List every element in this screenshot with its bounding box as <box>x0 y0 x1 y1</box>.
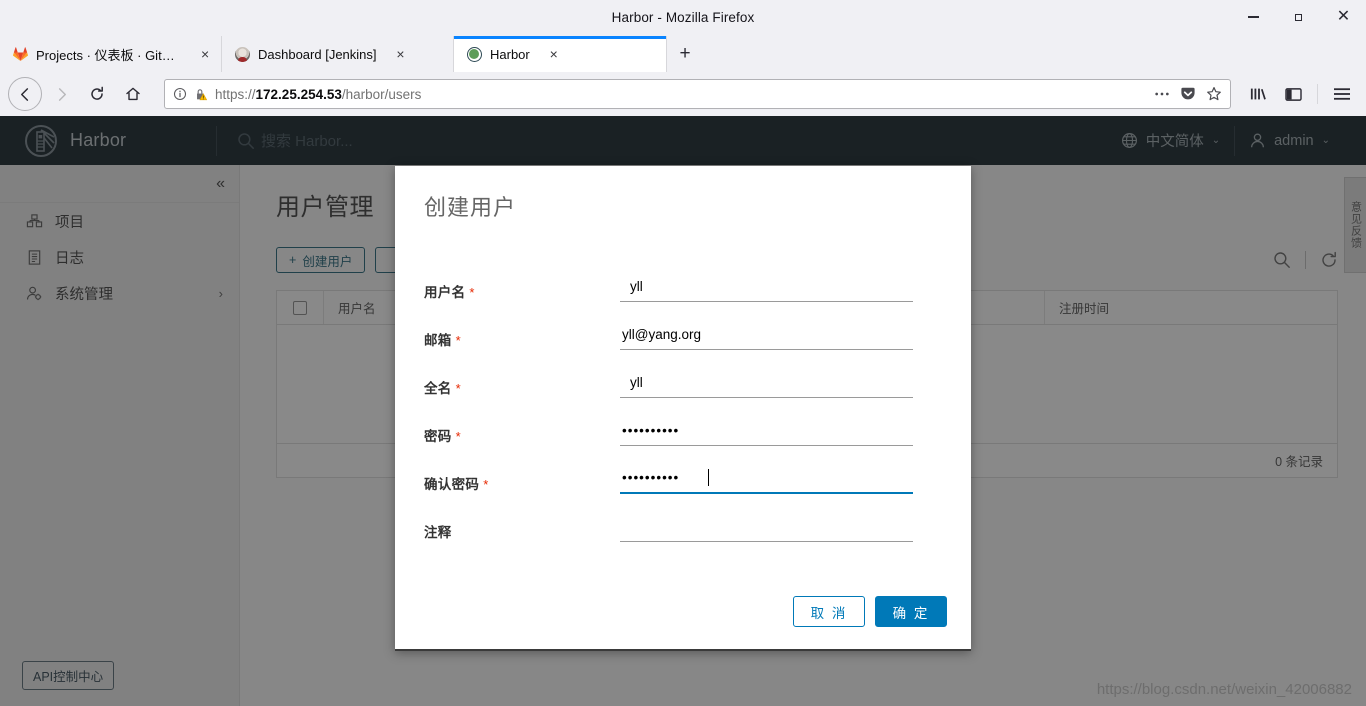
confirm-password-field-wrap <box>620 466 913 494</box>
comment-input[interactable] <box>620 514 913 542</box>
bookmark-star-icon[interactable] <box>1206 86 1222 102</box>
field-label: 用户名 * <box>424 285 475 300</box>
site-identity[interactable] <box>173 87 207 102</box>
form-row-username: 用户名 * <box>395 274 971 322</box>
tab-close-icon[interactable]: × <box>391 44 411 64</box>
create-user-form: 用户名* 邮箱* 全名* 密码* <box>395 222 971 562</box>
browser-toolbar-actions <box>1243 78 1358 110</box>
url-path: /harbor/users <box>341 86 422 102</box>
field-label: 邮箱 * <box>424 333 461 348</box>
fullname-input[interactable] <box>620 370 913 398</box>
browser-navbar: https://172.25.254.53/harbor/users <box>0 72 1366 116</box>
tab-label: Harbor <box>490 46 530 62</box>
tab-label: Projects · 仪表板 · GitLab <box>36 47 182 63</box>
confirm-password-input[interactable] <box>620 466 913 494</box>
page-actions-icon[interactable] <box>1154 91 1170 97</box>
email-input[interactable] <box>620 322 913 350</box>
tab-harbor[interactable]: Harbor × <box>454 36 667 72</box>
reload-button[interactable] <box>80 77 114 111</box>
tab-jenkins[interactable]: Dashboard [Jenkins] × <box>222 36 454 72</box>
minimize-button[interactable] <box>1231 0 1276 34</box>
tab-label: Dashboard [Jenkins] <box>258 46 377 62</box>
new-tab-button[interactable]: + <box>667 36 703 72</box>
url-bar[interactable]: https://172.25.254.53/harbor/users <box>164 79 1231 109</box>
hamburger-menu-icon[interactable] <box>1326 78 1358 110</box>
insecure-lock-warning-icon <box>193 87 207 102</box>
window-controls: ✕ <box>1231 0 1366 34</box>
text-caret <box>708 469 709 486</box>
toolbar-divider <box>1317 84 1318 104</box>
url-scheme: https:// <box>215 86 256 102</box>
dialog-title: 创建用户 <box>424 195 517 220</box>
field-label: 确认密码 * <box>424 477 489 492</box>
back-button[interactable] <box>8 77 42 111</box>
form-row-email: 邮箱 * <box>395 322 971 370</box>
password-input[interactable] <box>620 418 913 446</box>
close-button[interactable]: ✕ <box>1321 0 1366 34</box>
fullname-field-wrap <box>620 370 913 398</box>
required-asterisk: * <box>455 429 461 444</box>
page-info-icon <box>173 87 187 101</box>
form-row-password: 密码 * <box>395 418 971 466</box>
form-row-comment: 注释 <box>395 514 971 562</box>
forward-button[interactable] <box>44 77 78 111</box>
required-asterisk: * <box>455 381 461 396</box>
url-text: https://172.25.254.53/harbor/users <box>215 87 421 102</box>
email-field-wrap <box>620 322 913 350</box>
field-label: 密码 * <box>424 429 461 444</box>
dialog-actions: 取 消 确 定 <box>793 596 947 627</box>
form-row-confirm-password: 确认密码 * <box>395 466 971 514</box>
create-user-dialog: 创建用户 用户名* 邮箱* 全名* 密码* <box>395 166 971 651</box>
gitlab-icon <box>12 46 28 62</box>
sidebar-icon[interactable] <box>1277 78 1309 110</box>
maximize-button[interactable] <box>1276 0 1321 34</box>
username-input[interactable] <box>620 274 913 302</box>
tab-gitlab[interactable]: Projects · 仪表板 · GitLab × <box>0 36 222 72</box>
urlbar-actions <box>1154 86 1222 102</box>
harbor-icon <box>466 46 482 62</box>
app-root: Harbor - Mozilla Firefox ✕ Projects · 仪表… <box>0 0 1366 706</box>
library-icon[interactable] <box>1243 78 1275 110</box>
comment-field-wrap <box>620 514 913 542</box>
window-title: Harbor - Mozilla Firefox <box>611 9 755 25</box>
confirm-button[interactable]: 确 定 <box>875 596 947 627</box>
field-label: 注释 <box>424 525 452 540</box>
browser-titlebar: Harbor - Mozilla Firefox ✕ <box>0 0 1366 34</box>
tab-close-icon[interactable]: × <box>544 44 564 64</box>
jenkins-icon <box>234 46 250 62</box>
password-field-wrap <box>620 418 913 446</box>
field-label: 全名 * <box>424 381 461 396</box>
username-field-wrap <box>620 274 913 302</box>
required-asterisk: * <box>483 477 489 492</box>
url-host: 172.25.254.53 <box>255 86 342 102</box>
form-row-fullname: 全名 * <box>395 370 971 418</box>
required-asterisk: * <box>469 285 475 300</box>
tab-close-icon[interactable]: × <box>195 44 215 64</box>
required-asterisk: * <box>455 333 461 348</box>
tab-strip: Projects · 仪表板 · GitLab × Dashboard [Jen… <box>0 34 1366 72</box>
pocket-icon[interactable] <box>1180 86 1196 102</box>
cancel-button[interactable]: 取 消 <box>793 596 865 627</box>
home-button[interactable] <box>116 77 150 111</box>
